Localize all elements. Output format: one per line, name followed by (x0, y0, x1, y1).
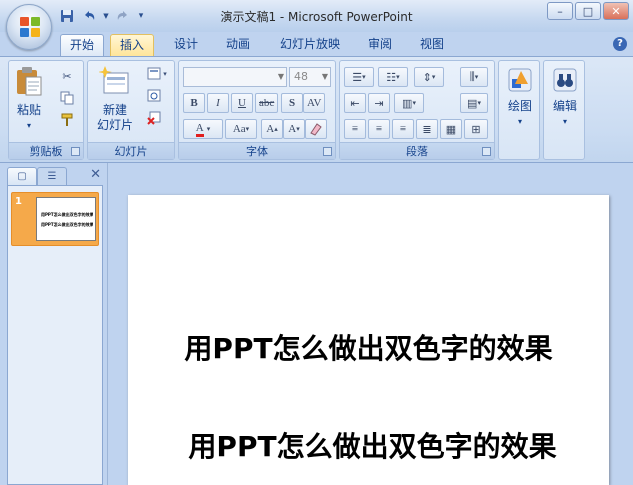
font-name-dropdown-icon[interactable]: ▼ (278, 68, 284, 86)
justify-button[interactable]: ≣ (416, 119, 438, 139)
decrease-indent-button[interactable]: ⇤ (344, 93, 366, 113)
tab-review[interactable]: 审阅 (358, 34, 402, 56)
group-editing: 编辑 ▾ (543, 60, 585, 160)
minimize-button[interactable]: – (547, 2, 573, 20)
slide-thumbnail-1[interactable]: 1 用PPT怎么做出双色字的效果 用PPT怎么做出双色字的效果 (11, 192, 99, 246)
align-left-button[interactable]: ≡ (344, 119, 366, 139)
pane-tabs: ▢ ☰ ✕ (7, 167, 103, 187)
tab-animations[interactable]: 动画 (216, 34, 260, 56)
paragraph-launcher-icon[interactable] (482, 147, 491, 156)
font-size-combo[interactable]: 48 ▼ (289, 67, 331, 87)
tab-design[interactable]: 设计 (164, 34, 208, 56)
drawing-dropdown-icon[interactable]: ▾ (503, 114, 537, 129)
slide-number: 1 (15, 196, 22, 207)
tab-home[interactable]: 开始 (60, 34, 104, 56)
align-center-button[interactable]: ≡ (368, 119, 390, 139)
thumbnail-line-2: 用PPT怎么做出双色字的效果 (41, 222, 93, 227)
copy-icon[interactable] (57, 89, 77, 107)
editing-dropdown-icon[interactable]: ▾ (548, 114, 582, 129)
slide-text-line-1[interactable]: 用PPT怎么做出双色字的效果 (128, 327, 609, 367)
change-case-button[interactable]: Aa ▾ (225, 119, 257, 139)
text-direction-button[interactable]: ⫼ ▾ (460, 67, 488, 87)
title-bar: ▼ ▾ 演示文稿1 - Microsoft PowerPoint – □ ✕ (0, 0, 633, 32)
group-drawing: 绘图 ▾ (498, 60, 540, 160)
font-launcher-icon[interactable] (323, 147, 332, 156)
new-slide-icon (98, 66, 129, 94)
delete-slide-icon[interactable] (144, 109, 164, 127)
format-painter-icon[interactable] (57, 111, 77, 129)
editing-label: 编辑 (552, 99, 577, 113)
office-logo-icon (20, 17, 40, 37)
slide-thumbnail-list: 1 用PPT怎么做出双色字的效果 用PPT怎么做出双色字的效果 (7, 185, 103, 485)
paragraph-group-label: 段落 (340, 142, 494, 159)
line-spacing-button[interactable]: ⇕ ▾ (414, 67, 444, 87)
increase-indent-button[interactable]: ⇥ (368, 93, 390, 113)
align-right-button[interactable]: ≡ (392, 119, 414, 139)
bullets-button[interactable]: ☰ ▾ (344, 67, 374, 87)
close-button[interactable]: ✕ (603, 2, 629, 20)
layout-icon[interactable]: ▾ (144, 65, 170, 83)
slide-editing-area: 用PPT怎么做出双色字的效果 用PPT怎么做出双色字的效果 (107, 163, 633, 485)
slide-text-line-2[interactable]: 用PPT怎么做出双色字的效果 (132, 425, 613, 465)
clear-formatting-icon[interactable] (305, 119, 327, 139)
char-spacing-button[interactable]: AV (303, 93, 326, 113)
window-controls: – □ ✕ (547, 2, 629, 20)
clipboard-launcher-icon[interactable] (71, 147, 80, 156)
help-icon[interactable]: ? (613, 37, 627, 51)
office-button[interactable] (6, 4, 52, 50)
shapes-icon (508, 68, 532, 92)
smartart-convert-button[interactable]: ⊞ (464, 119, 488, 139)
slides-group-label: 幻灯片 (88, 142, 174, 159)
font-group-label: 字体 (179, 142, 335, 159)
maximize-button[interactable]: □ (575, 2, 601, 20)
ribbon: 粘贴 ▾ ✂ 剪贴板 新建 幻灯片 ▾ 幻灯片 ▼ 48 ▼ B I U abc… (0, 56, 633, 163)
paste-label: 粘贴 (16, 103, 41, 117)
reset-slide-icon[interactable] (144, 87, 164, 105)
strikethrough-button[interactable]: abc (255, 93, 279, 113)
font-size-value: 48 (294, 70, 308, 83)
tab-insert[interactable]: 插入 (110, 34, 154, 56)
font-color-button[interactable]: A ▾ (183, 119, 223, 139)
font-name-combo[interactable]: ▼ (183, 67, 287, 87)
tab-outline[interactable]: ☰ (37, 167, 67, 185)
cut-icon[interactable]: ✂ (57, 67, 77, 85)
grow-font-button[interactable]: A ▴ (261, 119, 283, 139)
group-slides: 新建 幻灯片 ▾ 幻灯片 (87, 60, 175, 160)
slides-pane: ▢ ☰ ✕ 1 用PPT怎么做出双色字的效果 用PPT怎么做出双色字的效果 (0, 163, 107, 485)
tab-view[interactable]: 视图 (410, 34, 454, 56)
align-text-button[interactable]: ▤ ▾ (460, 93, 488, 113)
tab-slideshow[interactable]: 幻灯片放映 (268, 34, 352, 56)
window-title: 演示文稿1 - Microsoft PowerPoint (220, 10, 413, 24)
editing-button[interactable]: 编辑 ▾ (548, 67, 582, 129)
new-slide-button[interactable]: 新建 幻灯片 (90, 65, 140, 133)
underline-button[interactable]: U (231, 93, 253, 113)
group-paragraph: ☰ ▾ ☷ ▾ ⇕ ▾ ⫼ ▾ ⇤ ⇥ ▥ ▾ ▤ ▾ ≡ ≡ ≡ ≣ ▦ ⊞ 段落 (339, 60, 495, 160)
bold-button[interactable]: B (183, 93, 205, 113)
group-font: ▼ 48 ▼ B I U abc S AV A ▾ Aa ▾ A ▴ A ▾ 字体 (178, 60, 336, 160)
drawing-label: 绘图 (507, 99, 532, 113)
new-slide-label-1: 新建 (102, 103, 127, 117)
italic-button[interactable]: I (207, 93, 229, 113)
close-pane-icon[interactable]: ✕ (90, 167, 101, 182)
numbering-button[interactable]: ☷ ▾ (378, 67, 408, 87)
distributed-button[interactable]: ▦ (440, 119, 462, 139)
tab-slides-thumbnails[interactable]: ▢ (7, 167, 37, 185)
current-slide[interactable]: 用PPT怎么做出双色字的效果 用PPT怎么做出双色字的效果 (128, 195, 609, 485)
new-slide-label-2: 幻灯片 (96, 118, 133, 132)
binoculars-icon (553, 68, 577, 92)
ribbon-tabs: 开始 插入 设计 动画 幻灯片放映 审阅 视图 ? (0, 32, 633, 56)
paste-icon (17, 67, 42, 96)
paste-dropdown-icon[interactable]: ▾ (13, 118, 45, 133)
group-clipboard: 粘贴 ▾ ✂ 剪贴板 (8, 60, 84, 160)
font-size-dropdown-icon[interactable]: ▼ (322, 68, 328, 86)
shrink-font-button[interactable]: A ▾ (283, 119, 305, 139)
thumbnail-line-1: 用PPT怎么做出双色字的效果 (41, 212, 93, 217)
text-shadow-button[interactable]: S (281, 93, 303, 113)
paste-button[interactable]: 粘贴 ▾ (13, 65, 45, 133)
columns-button[interactable]: ▥ ▾ (394, 93, 424, 113)
slide-thumbnail-preview: 用PPT怎么做出双色字的效果 用PPT怎么做出双色字的效果 (36, 197, 96, 241)
drawing-button[interactable]: 绘图 ▾ (503, 67, 537, 129)
